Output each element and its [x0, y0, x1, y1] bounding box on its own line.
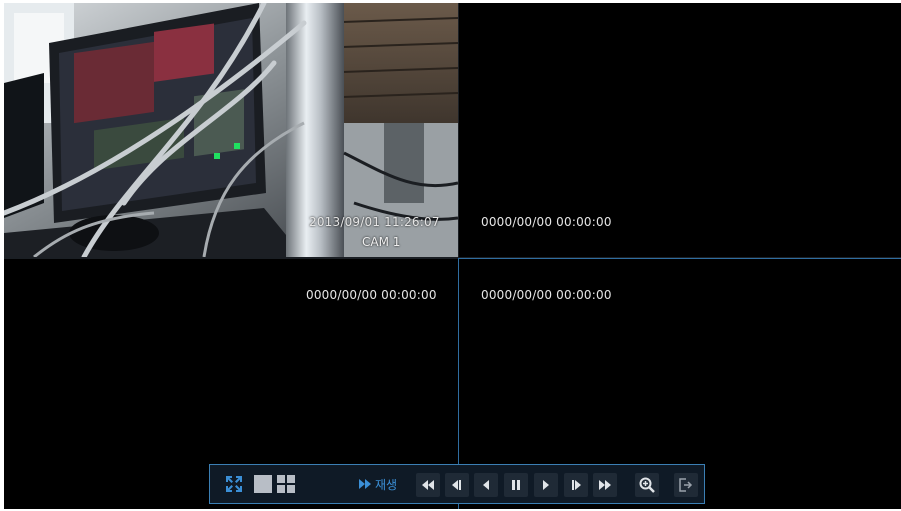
play-mode-button[interactable]: 재생: [352, 473, 404, 495]
fast-rewind-icon: [422, 480, 434, 490]
play-button[interactable]: [534, 473, 558, 497]
play-mode-icon: [358, 479, 371, 489]
zoom-in-icon: [639, 477, 655, 493]
camera-channel-2[interactable]: 0000/00/00 00:00:00: [459, 3, 901, 257]
camera-1-name: CAM 1: [362, 235, 401, 249]
fast-forward-icon: [599, 480, 611, 490]
single-view-icon: [254, 475, 272, 493]
step-back-icon: [452, 480, 461, 490]
exit-icon: [679, 478, 693, 492]
fullscreen-exit-button[interactable]: [223, 473, 245, 495]
pause-button[interactable]: [504, 473, 528, 497]
video-playback-screen: 2013/09/01 11:26:07 CAM 1 0000/00/00 00:…: [4, 3, 901, 509]
step-forward-icon: [572, 480, 581, 490]
camera-3-timestamp: 0000/00/00 00:00:00: [306, 288, 437, 302]
camera-channel-1[interactable]: 2013/09/01 11:26:07 CAM 1: [4, 3, 458, 257]
fast-rewind-button[interactable]: [416, 473, 440, 497]
camera-1-timestamp: 2013/09/01 11:26:07: [309, 215, 440, 229]
camera-4-timestamp: 0000/00/00 00:00:00: [481, 288, 612, 302]
step-back-button[interactable]: [445, 473, 469, 497]
single-view-button[interactable]: [253, 473, 273, 495]
zoom-in-button[interactable]: [635, 473, 659, 497]
play-icon: [542, 480, 549, 490]
reverse-play-button[interactable]: [474, 473, 498, 497]
exit-button[interactable]: [674, 473, 698, 497]
playback-toolbar: 재생: [209, 464, 705, 504]
fullscreen-exit-icon: [226, 476, 242, 492]
quad-view-icon: [277, 475, 295, 493]
fast-forward-button[interactable]: [593, 473, 617, 497]
play-mode-label: 재생: [374, 477, 398, 492]
pause-icon: [512, 480, 520, 490]
camera-2-timestamp: 0000/00/00 00:00:00: [481, 215, 612, 229]
reverse-play-icon: [482, 480, 489, 490]
step-forward-button[interactable]: [564, 473, 588, 497]
quad-view-button[interactable]: [276, 473, 296, 495]
selected-channel-border-top: [459, 258, 901, 259]
